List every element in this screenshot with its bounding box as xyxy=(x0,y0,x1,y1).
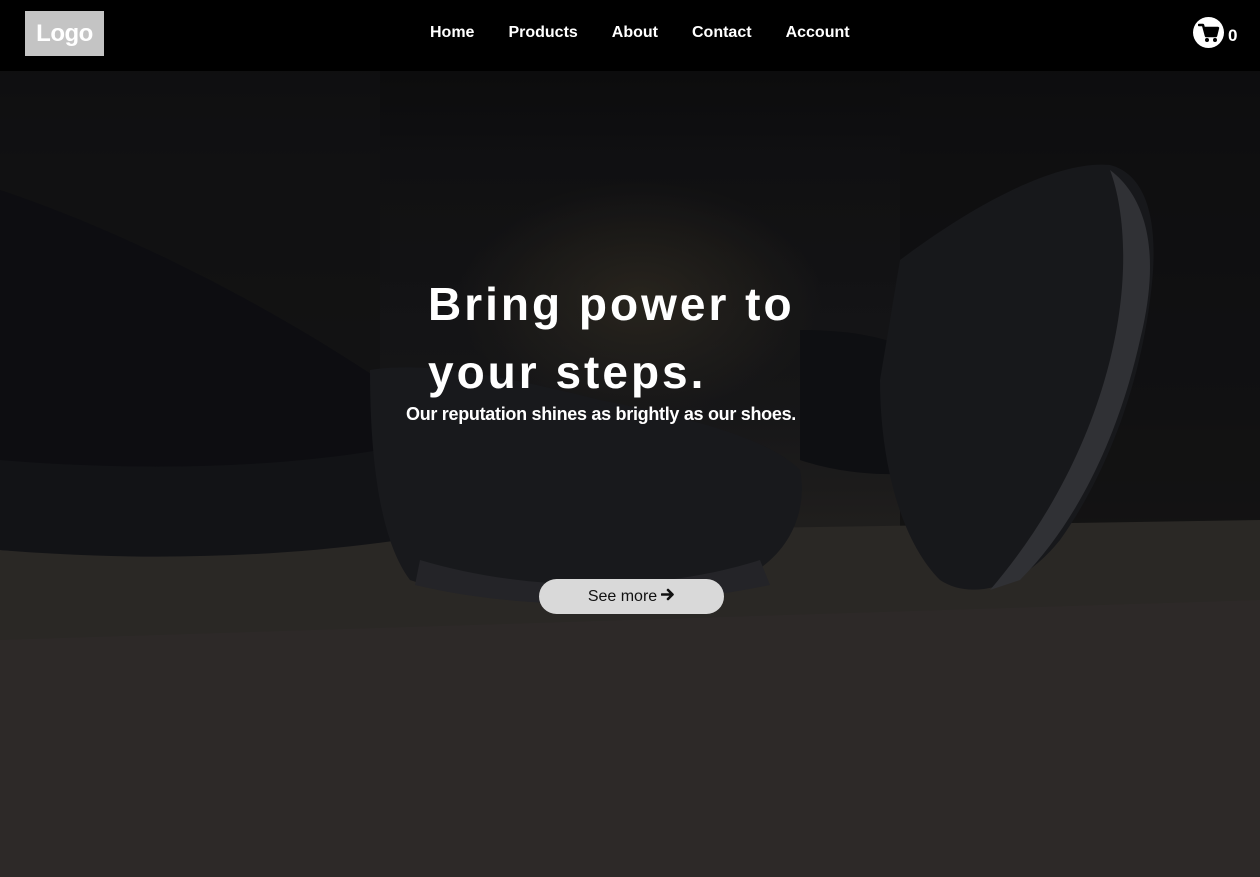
nav-link-home[interactable]: Home xyxy=(430,22,474,44)
nav-links: Home Products About Contact Account xyxy=(430,22,884,44)
hero-overlay xyxy=(0,0,1260,877)
nav-link-contact[interactable]: Contact xyxy=(692,22,752,44)
nav-link-account[interactable]: Account xyxy=(786,22,850,44)
cart-button[interactable]: 0 xyxy=(1193,17,1237,48)
shopping-cart-icon xyxy=(1193,17,1224,48)
logo[interactable]: Logo xyxy=(25,11,104,56)
cart-count: 0 xyxy=(1228,25,1238,45)
hero-subtitle: Our reputation shines as brightly as our… xyxy=(406,404,796,424)
hero-title: Bring power to your steps. xyxy=(428,278,795,398)
nav-link-about[interactable]: About xyxy=(612,22,658,44)
see-more-button[interactable]: See more xyxy=(539,579,724,614)
nav-link-products[interactable]: Products xyxy=(508,22,577,44)
navbar: Logo Home Products About Contact Account… xyxy=(0,0,1260,71)
arrow-right-icon xyxy=(660,588,675,606)
page: Logo Home Products About Contact Account… xyxy=(0,0,1260,877)
see-more-label: See more xyxy=(587,587,658,605)
